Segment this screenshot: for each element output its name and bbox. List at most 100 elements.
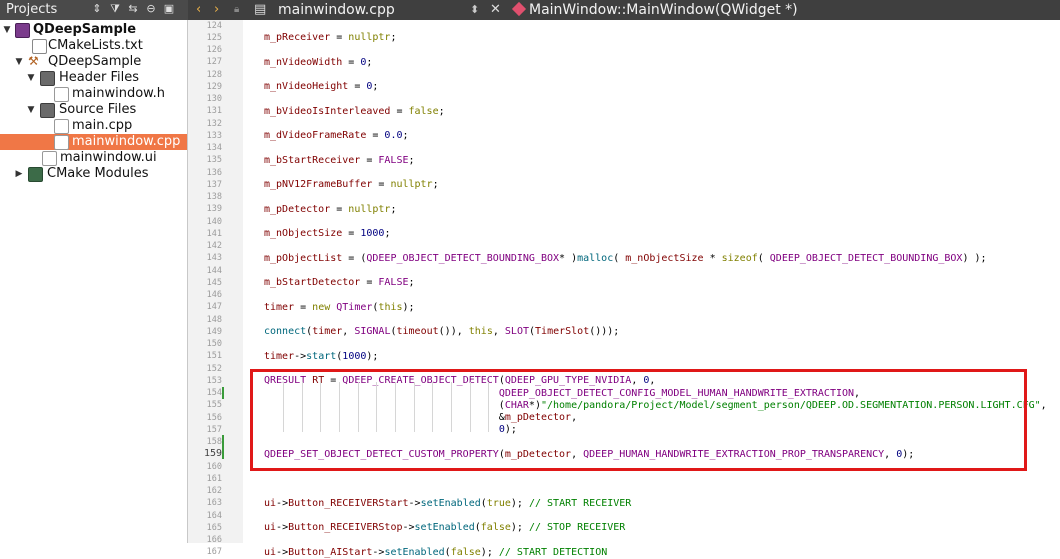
forward-icon[interactable]: › — [214, 1, 219, 19]
tree-item-main-cpp[interactable]: main.cpp — [0, 118, 187, 134]
close-icon[interactable]: ✕ — [490, 1, 501, 19]
line-number: 145 — [206, 277, 222, 288]
tree-item-label: mainwindow.h — [72, 86, 165, 101]
code-line[interactable]: m_pObjectList = (QDEEP_OBJECT_DETECT_BOU… — [264, 253, 987, 265]
line-number: 133 — [206, 130, 222, 141]
line-number: 162 — [206, 486, 222, 496]
line-number: 152 — [206, 363, 222, 374]
expand-arrow-icon[interactable]: ▼ — [2, 22, 12, 38]
code-line[interactable]: m_bStartReceiver = FALSE; — [264, 155, 415, 167]
code-line[interactable]: ui->Button_RECEIVERStart->setEnabled(tru… — [264, 498, 631, 510]
line-number: 137 — [206, 179, 222, 190]
tree-item-label: Source Files — [59, 102, 137, 117]
open-file-selector[interactable]: mainwindow.cpp — [278, 1, 395, 19]
change-marker — [222, 435, 224, 459]
collapse-arrow-icon[interactable]: ▶ — [14, 166, 24, 182]
code-line[interactable]: ui->Button_AIStart->setEnabled(false); /… — [264, 547, 607, 559]
lock-icon: 🔒︎ — [234, 4, 240, 15]
code-line[interactable]: m_bVideoIsInterleaved = false; — [264, 106, 445, 118]
tree-item-cmakelists[interactable]: CMakeLists.txt — [0, 38, 187, 54]
line-number: 142 — [206, 241, 222, 251]
folder-icon — [40, 71, 55, 86]
tree-item-cmake-modules[interactable]: ▶ CMake Modules — [0, 166, 187, 182]
projects-toolbar: Projects ⇕ ⧩ ⇆ ⊖ ▣ — [0, 0, 188, 20]
line-number: 124 — [206, 20, 222, 31]
line-number: 139 — [206, 204, 222, 215]
tree-item-label: mainwindow.cpp — [72, 134, 181, 149]
line-number: 127 — [206, 57, 222, 68]
split-icon[interactable]: ▣ — [162, 2, 176, 16]
code-line[interactable]: timer = new QTimer(this); — [264, 302, 415, 314]
line-number: 156 — [206, 412, 222, 423]
tree-item-source-files[interactable]: ▼ Source Files — [0, 102, 187, 118]
tree-item-label: mainwindow.ui — [60, 150, 157, 165]
line-number: 167 — [206, 547, 222, 558]
code-line[interactable]: m_pDetector = nullptr; — [264, 204, 396, 216]
back-icon[interactable]: ‹ — [196, 1, 201, 19]
project-tree: ▼ QDeepSample CMakeLists.txt ▼ ⚒ QDeepSa… — [0, 20, 188, 543]
tree-item-mainwindow-cpp[interactable]: mainwindow.cpp — [0, 134, 187, 150]
cpp-file-icon — [54, 119, 69, 134]
tree-item-header-files[interactable]: ▼ Header Files — [0, 70, 187, 86]
line-number: 136 — [206, 167, 222, 178]
line-number: 143 — [206, 253, 222, 264]
line-number: 165 — [206, 522, 222, 533]
line-number: 146 — [206, 290, 222, 300]
line-number: 154 — [206, 388, 222, 398]
tree-item-target[interactable]: ▼ ⚒ QDeepSample — [0, 54, 187, 70]
expand-arrow-icon[interactable]: ▼ — [14, 54, 24, 70]
code-line[interactable]: m_nVideoWidth = 0; — [264, 57, 372, 69]
sort-icon[interactable]: ⇕ — [90, 2, 104, 16]
code-line[interactable]: m_nObjectSize = 1000; — [264, 228, 390, 240]
code-line[interactable]: timer->start(1000); — [264, 351, 378, 363]
sync-icon[interactable]: ⇆ — [126, 2, 140, 16]
code-line[interactable]: m_dVideoFrameRate = 0.0; — [264, 130, 409, 142]
code-line[interactable]: m_bStartDetector = FALSE; — [264, 277, 415, 289]
tree-item-mainwindow-h[interactable]: mainwindow.h — [0, 86, 187, 102]
link-icon[interactable]: ⊖ — [144, 2, 158, 16]
line-number: 155 — [206, 400, 222, 411]
tree-item-label: CMake Modules — [47, 166, 149, 181]
expand-arrow-icon[interactable]: ▼ — [26, 102, 36, 118]
line-number: 147 — [206, 302, 222, 313]
ui-file-icon — [42, 151, 57, 166]
line-number: 135 — [206, 155, 222, 166]
code-line[interactable]: m_pNV12FrameBuffer = nullptr; — [264, 179, 439, 191]
editor-toolbar: ‹ › 🔒︎ ▤ mainwindow.cpp ⬍ ✕ MainWindow::… — [188, 0, 1060, 20]
tree-item-label: CMakeLists.txt — [48, 38, 143, 53]
line-number: 126 — [206, 45, 222, 55]
symbol-icon — [511, 1, 527, 17]
line-number: 166 — [206, 535, 222, 545]
filter-icon[interactable]: ⧩ — [108, 2, 122, 16]
line-number: 161 — [206, 473, 222, 484]
code-line[interactable]: m_pReceiver = nullptr; — [264, 32, 396, 44]
line-number: 149 — [206, 326, 222, 337]
tree-item-project-root[interactable]: ▼ QDeepSample — [0, 22, 187, 38]
header-file-icon — [54, 87, 69, 102]
tree-item-label: QDeepSample — [48, 54, 142, 69]
line-number: 150 — [206, 339, 222, 349]
line-number: 134 — [206, 143, 222, 153]
projects-title[interactable]: Projects — [6, 2, 57, 17]
symbol-selector[interactable]: MainWindow::MainWindow(QWidget *) — [529, 1, 798, 19]
line-number: 140 — [206, 216, 222, 227]
tree-item-mainwindow-ui[interactable]: mainwindow.ui — [0, 150, 187, 166]
chevron-down-icon[interactable]: ⬍ — [470, 1, 479, 19]
line-number: 164 — [206, 510, 222, 521]
line-number: 144 — [206, 265, 222, 276]
line-number: 160 — [206, 461, 222, 472]
line-number: 125 — [206, 32, 222, 43]
code-line[interactable]: connect(timer, SIGNAL(timeout()), this, … — [264, 326, 619, 338]
code-line[interactable]: ui->Button_RECEIVERStop->setEnabled(fals… — [264, 522, 625, 534]
line-number: 132 — [206, 118, 222, 129]
expand-arrow-icon[interactable]: ▼ — [26, 70, 36, 86]
code-line[interactable]: m_nVideoHeight = 0; — [264, 81, 378, 93]
line-number: 159 — [203, 448, 222, 460]
line-number: 131 — [206, 106, 222, 117]
file-icon: ▤ — [254, 2, 267, 17]
folder-icon — [40, 103, 55, 118]
cmake-file-icon — [32, 39, 47, 54]
change-marker — [222, 387, 224, 399]
cmake-modules-icon — [28, 167, 43, 182]
line-number: 141 — [206, 228, 222, 239]
